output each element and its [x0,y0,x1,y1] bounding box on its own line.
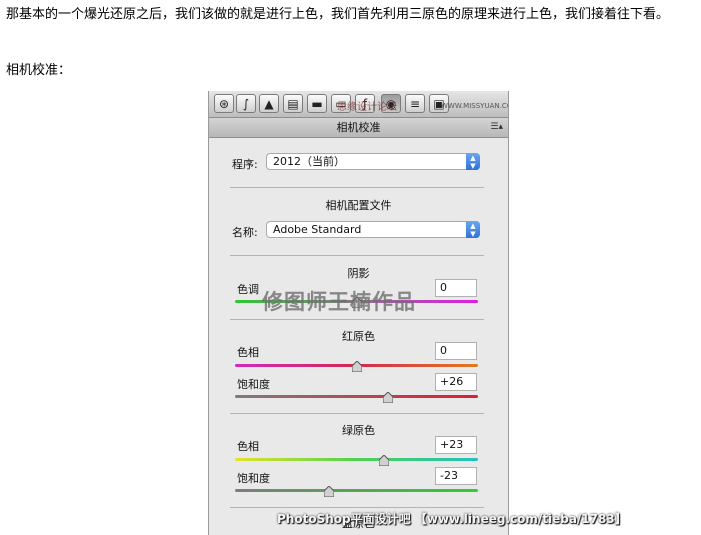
section-heading: 相机校准： [6,63,72,78]
divider [230,255,484,256]
presets-icon[interactable]: ≡ [405,94,425,113]
select-arrows-icon: ▲ ▼ [466,153,480,170]
red-saturation-value: +26 [440,375,464,388]
shadows-tint-value: 0 [440,281,447,294]
divider [230,507,484,508]
red-saturation-label: 饱和度 [237,378,270,391]
divider [230,319,484,320]
green-hue-field[interactable]: +23 [435,436,477,454]
process-select[interactable]: 2012（当前） ▲ ▼ [266,153,480,170]
site-watermark: PhotoShop平面设计吧 【www.lineeg.com/tieba/178… [277,512,627,526]
red-saturation-slider-track[interactable] [235,395,478,398]
green-hue-value: +23 [440,438,464,451]
shadows-tint-label: 色调 [237,283,259,296]
panel-title: 相机校准 [336,121,381,134]
green-saturation-label: 饱和度 [237,472,270,485]
green-saturation-field[interactable]: -23 [435,467,477,485]
author-watermark: 修图师王楠作品 [262,289,416,314]
red-saturation-field[interactable]: +26 [435,373,477,391]
aperture-icon[interactable]: ⊛ [214,94,234,113]
red-hue-value: 0 [440,344,447,357]
detail-icon[interactable]: ▲ [259,94,279,113]
split-toning-icon[interactable]: ▬ [307,94,327,113]
process-select-value: 2012（当前） [273,155,345,168]
red-hue-field[interactable]: 0 [435,342,477,360]
green-hue-slider-thumb[interactable] [379,455,390,466]
green-saturation-slider-track[interactable] [235,489,478,492]
green-hue-slider-track[interactable] [235,458,478,461]
red-saturation-slider-thumb[interactable] [383,392,394,403]
forum-watermark-url: WWW.MISSYUAN.COM [441,102,508,110]
red-hue-label: 色相 [237,346,259,359]
green-hue-label: 色相 [237,440,259,453]
select-arrows-icon: ▲ ▼ [466,221,480,238]
profile-name-select[interactable]: Adobe Standard ▲ ▼ [266,221,480,238]
shadows-tint-field[interactable]: 0 [435,279,477,297]
forum-watermark: 思缘设计论坛 [337,102,397,113]
article-paragraph: 那基本的一个爆光还原之后，我们该做的就是进行上色，我们首先利用三原色的原理来进行… [6,7,670,22]
hsl-icon[interactable]: ▤ [283,94,303,113]
divider [230,413,484,414]
green-saturation-slider-thumb[interactable] [323,486,334,497]
process-label: 程序: [232,158,258,171]
red-hue-slider-thumb[interactable] [351,361,362,372]
panel-toolbar: ⊛ ∫ ▲ ▤ ▬ ▭ ƒ ◉ ≡ ▣ 思缘设计论坛 WWW.MISSYUAN.… [209,91,508,118]
tone-curve-icon[interactable]: ∫ [236,94,256,113]
profile-heading: 相机配置文件 [325,199,392,212]
profile-name-value: Adobe Standard [273,223,362,236]
divider [230,187,484,188]
profile-name-label: 名称: [232,226,258,239]
panel-title-bar: 相机校准 ☰▴ [209,118,508,138]
green-saturation-value: -23 [440,469,458,482]
panel-menu-icon[interactable]: ☰▴ [490,118,503,137]
